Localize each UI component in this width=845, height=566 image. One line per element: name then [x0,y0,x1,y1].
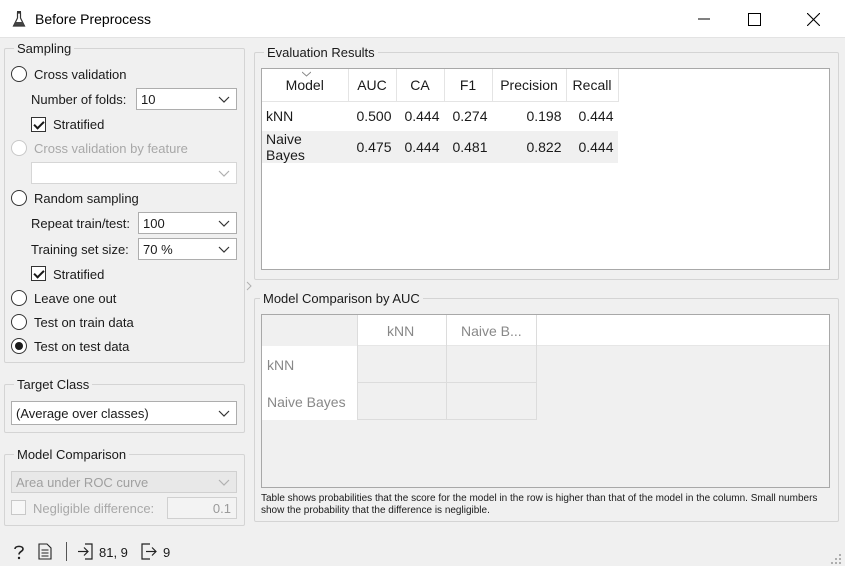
target-class-title: Target Class [14,377,93,392]
negligible-difference-checkbox[interactable] [11,500,26,515]
negligible-difference-label: Negligible difference: [33,501,155,516]
column-header[interactable]: Recall [566,69,619,102]
comparison-row-header-label: kNN [267,357,295,373]
repeat-train-test-value: 100 [143,216,165,231]
precision-cell: 0.822 [492,131,566,163]
input-summary: 81, 9 [99,545,128,560]
evaluation-table[interactable]: Model AUC CA F1 Precision Recall kNN 0.5… [261,68,830,270]
precision-cell: 0.198 [526,108,562,125]
repeat-train-test-label: Repeat train/test: [31,216,130,231]
minimize-icon [698,18,710,20]
chevron-down-icon [218,246,230,253]
input-icon [78,543,93,560]
column-header[interactable]: Model [262,69,349,102]
stratified-rs-checkbox[interactable] [31,266,46,281]
cross-validation-radio[interactable] [11,66,27,82]
negligible-difference-spinbox[interactable]: 0.1 [167,497,237,519]
comparison-table[interactable]: kNN Naive B... kNN Naive Bayes [261,314,830,488]
target-class-combo[interactable]: (Average over classes) [11,401,237,425]
leave-one-out-radio[interactable] [11,290,27,306]
f1-cell: 0.274 [452,108,488,125]
report-icon[interactable] [38,543,52,560]
test-on-test-radio[interactable] [11,338,27,354]
comparison-metric-combo[interactable]: Area under ROC curve [11,471,237,493]
close-button[interactable] [790,0,836,38]
model-name-cell: kNN [266,108,294,125]
table-header-row: Model AUC CA F1 Precision Recall [262,69,619,102]
model-name-cell: Naive Bayes [262,131,348,163]
training-set-size-combo[interactable]: 70 % [138,238,237,260]
stratified-cv-checkbox[interactable] [31,117,46,132]
column-header[interactable]: Precision [492,69,567,102]
table-row[interactable]: Naive Bayes 0.475 0.444 0.481 0.822 0.44… [262,131,618,163]
stratified-rs-label: Stratified [53,267,105,282]
random-sampling-radio[interactable] [11,190,27,206]
comparison-cell [447,383,537,420]
recall-cell: 0.444 [578,108,614,125]
comparison-row-header-label: Naive Bayes [267,394,346,410]
output-icon [141,543,157,560]
comparison-col-header-label: kNN [387,323,415,339]
leave-one-out-label: Leave one out [34,291,117,306]
column-header[interactable]: F1 [444,69,493,102]
chevron-down-icon [218,96,230,103]
flask-icon [12,11,26,27]
window-title: Before Preprocess [35,11,151,27]
number-of-folds-value: 10 [141,92,156,107]
comparison-cell [447,346,537,383]
help-icon[interactable] [12,544,26,560]
evaluation-results-table: Model AUC CA F1 Precision Recall kNN 0.5… [262,69,619,163]
target-class-value: (Average over classes) [16,406,149,421]
comparison-cell [357,383,447,420]
maximize-button[interactable] [731,0,777,38]
cross-validation-label: Cross validation [34,67,127,82]
ca-cell: 0.444 [396,131,444,163]
training-set-size-label: Training set size: [31,242,129,257]
ca-cell: 0.444 [404,108,440,125]
comparison-cell [357,346,447,383]
cv-by-feature-radio[interactable] [11,140,27,156]
auc-cell: 0.500 [356,108,392,125]
chevron-down-icon [218,220,230,227]
training-set-size-value: 70 % [143,242,173,257]
f1-cell: 0.481 [444,131,492,163]
test-on-train-radio[interactable] [11,314,27,330]
sampling-title: Sampling [14,41,75,56]
status-divider [66,542,67,561]
comparison-corner [262,315,357,346]
comparison-note: Table shows probabilities that the score… [261,493,818,516]
chevron-down-icon [218,170,230,177]
maximize-icon [747,12,761,26]
recall-cell: 0.444 [566,131,618,163]
negligible-difference-value: 0.1 [212,501,231,516]
stratified-cv-label: Stratified [53,117,105,132]
close-icon [806,12,820,26]
title-bar: Before Preprocess [0,0,845,38]
random-sampling-label: Random sampling [34,191,139,206]
cv-feature-combo[interactable] [31,162,237,184]
cv-by-feature-label: Cross validation by feature [34,141,188,156]
comparison-title: Model Comparison by AUC [260,291,423,306]
minimize-button[interactable] [681,0,727,38]
evaluation-results-title: Evaluation Results [264,45,378,60]
comparison-metric-value: Area under ROC curve [16,475,149,490]
test-on-train-label: Test on train data [34,315,134,330]
model-comparison-title: Model Comparison [14,447,130,462]
chevron-down-icon [218,479,230,486]
comparison-col-header-label: Naive B... [461,323,522,339]
status-bar: 81, 9 9 [0,538,845,566]
chevron-down-icon [218,410,230,417]
test-on-test-label: Test on test data [34,339,130,354]
number-of-folds-label: Number of folds: [31,92,127,107]
resize-grip-icon[interactable] [830,553,842,565]
splitter-handle-icon[interactable] [246,281,252,291]
repeat-train-test-combo[interactable]: 100 [138,212,237,234]
auc-cell: 0.475 [348,131,396,163]
number-of-folds-combo[interactable]: 10 [136,88,237,110]
column-header[interactable]: CA [396,69,445,102]
table-row[interactable]: kNN 0.500 0.444 0.274 0.198 0.444 [262,101,618,131]
output-summary: 9 [163,545,171,560]
column-header[interactable]: AUC [348,69,397,102]
